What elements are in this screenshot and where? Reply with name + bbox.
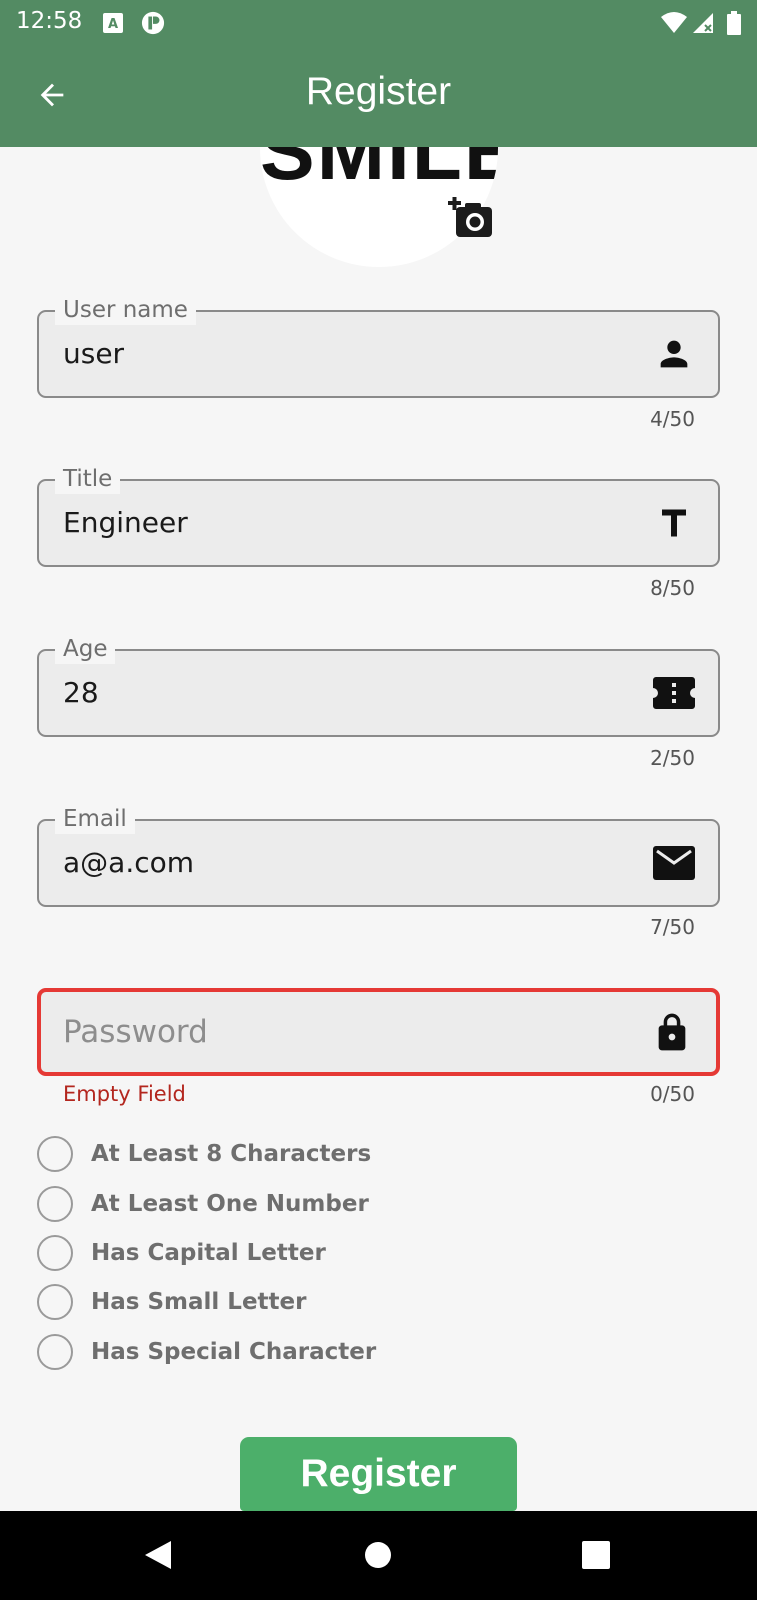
nav-home-button[interactable] xyxy=(354,1531,402,1579)
requirement-label: Has Small Letter xyxy=(91,1289,307,1315)
password-field[interactable]: Password xyxy=(37,988,720,1076)
page-title: Register xyxy=(305,70,452,113)
username-counter: 4/50 xyxy=(650,407,695,431)
register-button[interactable]: Register xyxy=(240,1437,517,1511)
ticket-icon xyxy=(652,671,696,715)
navigation-bar xyxy=(0,1511,757,1600)
radio-unchecked-icon[interactable] xyxy=(37,1136,73,1172)
sync-badge-icon xyxy=(141,11,165,35)
requirement-label: At Least One Number xyxy=(91,1191,369,1217)
title-value[interactable]: Engineer xyxy=(63,481,188,565)
nav-recents-icon xyxy=(582,1541,610,1569)
password-error: Empty Field xyxy=(63,1082,186,1106)
title-t-icon xyxy=(652,501,696,545)
requirement-label: Has Special Character xyxy=(91,1339,377,1365)
email-field[interactable]: Email a@a.com xyxy=(37,804,720,907)
mail-icon xyxy=(652,841,696,885)
status-time: 12:58 xyxy=(16,8,83,34)
requirement-capital[interactable]: Has Capital Letter xyxy=(37,1234,326,1272)
lock-icon xyxy=(650,1010,694,1054)
radio-unchecked-icon[interactable] xyxy=(37,1235,73,1271)
radio-unchecked-icon[interactable] xyxy=(37,1284,73,1320)
title-counter: 8/50 xyxy=(650,576,695,600)
requirement-label: Has Capital Letter xyxy=(91,1240,326,1266)
radio-unchecked-icon[interactable] xyxy=(37,1186,73,1222)
add-photo-button[interactable] xyxy=(448,197,494,239)
age-counter: 2/50 xyxy=(650,746,695,770)
title-field[interactable]: Title Engineer xyxy=(37,464,720,567)
email-counter: 7/50 xyxy=(650,915,695,939)
password-counter: 0/50 xyxy=(650,1082,695,1106)
app-bar: Register xyxy=(0,46,757,147)
person-icon xyxy=(652,332,696,376)
add-photo-camera-icon xyxy=(448,197,492,237)
requirement-number[interactable]: At Least One Number xyxy=(37,1185,369,1223)
status-bar: 12:58 A xyxy=(0,0,757,46)
email-value[interactable]: a@a.com xyxy=(63,821,194,905)
nav-home-icon xyxy=(365,1542,391,1568)
username-value[interactable]: user xyxy=(63,312,124,396)
signal-icon xyxy=(693,13,713,33)
avatar-logo-text: SMILE xyxy=(260,147,498,197)
requirement-label: At Least 8 Characters xyxy=(91,1141,372,1167)
age-field[interactable]: Age 28 xyxy=(37,634,720,737)
username-field[interactable]: User name user xyxy=(37,295,720,398)
requirement-small[interactable]: Has Small Letter xyxy=(37,1283,306,1321)
svg-text:A: A xyxy=(108,17,118,32)
age-value[interactable]: 28 xyxy=(63,651,99,735)
text-box-icon: A xyxy=(103,13,123,33)
nav-recents-button[interactable] xyxy=(572,1531,620,1579)
password-placeholder[interactable]: Password xyxy=(63,992,208,1072)
register-form: SMILE User name user 4/50 Title Engineer… xyxy=(0,147,757,1511)
radio-unchecked-icon[interactable] xyxy=(37,1334,73,1370)
requirement-min-length[interactable]: At Least 8 Characters xyxy=(37,1135,371,1173)
requirement-special[interactable]: Has Special Character xyxy=(37,1333,376,1371)
nav-back-button[interactable] xyxy=(134,1531,182,1579)
nav-back-icon xyxy=(145,1541,171,1569)
battery-icon xyxy=(727,11,741,35)
wifi-icon xyxy=(661,12,687,33)
